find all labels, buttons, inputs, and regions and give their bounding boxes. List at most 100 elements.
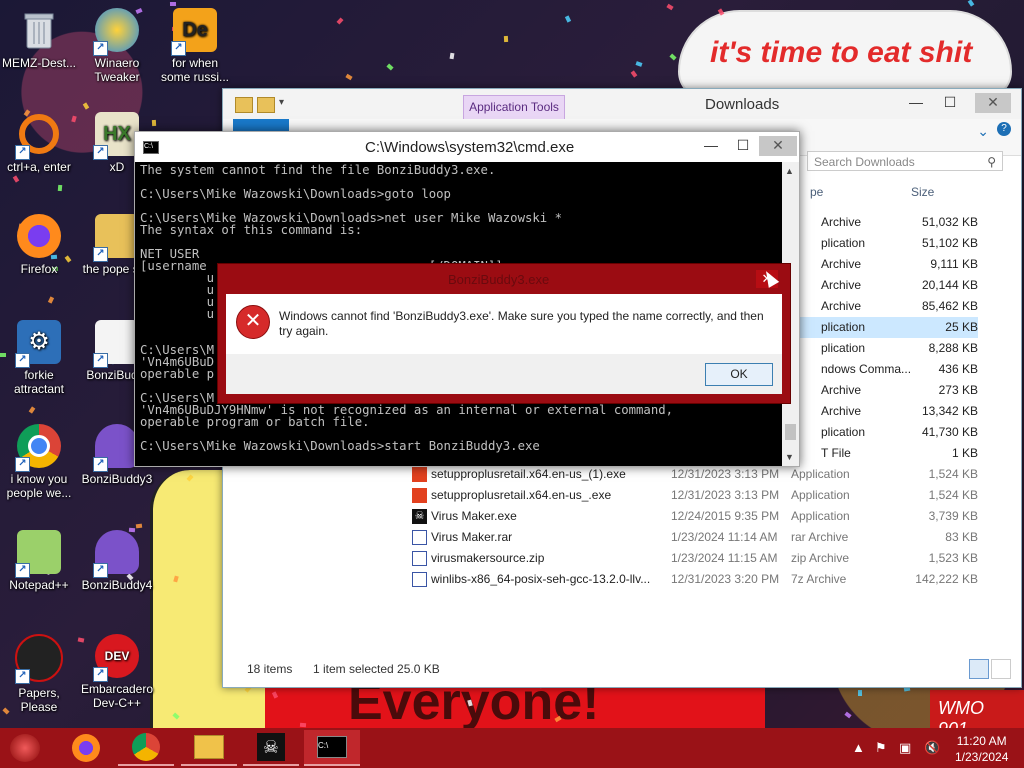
office-icon <box>412 467 427 482</box>
desktop-icon-devcpp[interactable]: DEV ↗ Embarcadero Dev-C++ <box>78 634 156 710</box>
desktop-icon-winaero[interactable]: ↗ Winaero Tweaker <box>78 8 156 84</box>
minimize-button[interactable]: — <box>697 136 725 156</box>
window-title: Downloads <box>705 96 780 113</box>
cmd-titlebar[interactable]: C:\ C:\Windows\system32\cmd.exe — ☐ ✕ <box>135 132 799 162</box>
volume-muted-icon[interactable]: 🔇 <box>924 740 940 756</box>
confetti-piece <box>82 102 90 110</box>
table-row[interactable]: virusmakersource.zip 1/23/2024 11:15 AM … <box>408 548 978 569</box>
show-hidden-icons-icon[interactable]: ▲ <box>852 740 865 755</box>
column-header-type[interactable]: pe <box>810 185 823 199</box>
desktop-icon-papers-please[interactable]: ↗ Papers, Please <box>0 634 78 714</box>
confetti-piece <box>669 53 677 61</box>
desktop-icon-notepadpp[interactable]: ↗ Notepad++ <box>0 530 78 592</box>
confetti-piece <box>564 15 572 23</box>
confetti-piece <box>858 690 862 696</box>
shortcut-arrow-icon: ↗ <box>93 145 108 160</box>
devcpp-icon: DEV ↗ <box>93 634 139 682</box>
maximize-button[interactable]: ☐ <box>729 136 757 156</box>
qat-dropdown-icon[interactable]: ▾ <box>279 97 284 113</box>
office-icon <box>412 488 427 503</box>
desktop-icon-label: BonziBuddy4 <box>81 578 153 592</box>
taskbar-file-explorer[interactable] <box>181 730 237 766</box>
new-folder-icon[interactable] <box>257 97 275 113</box>
desktop-icon-label: Papers, Please <box>18 686 60 714</box>
chevron-down-icon[interactable]: ⌄ <box>977 123 989 140</box>
confetti-piece <box>135 523 143 529</box>
desktop-icon-memz[interactable]: MEMZ-Dest... <box>0 8 78 70</box>
scroll-up-icon[interactable]: ▲ <box>785 166 794 176</box>
search-input[interactable]: Search Downloads ⚲ <box>807 151 1003 171</box>
chrome-icon <box>132 733 160 761</box>
desktop-icon-chrome[interactable]: ↗ i know you people we... <box>0 424 78 500</box>
desktop-icon-label: Embarcadero Dev-C++ <box>80 682 154 710</box>
taskbar-firefox[interactable] <box>58 730 114 766</box>
bonzi-icon: ↗ <box>93 320 139 368</box>
application-tools-tab[interactable]: Application Tools <box>463 95 565 121</box>
desktop-icon-ctrl-a[interactable]: ↗ ctrl+a, enter <box>0 112 78 174</box>
archive-icon <box>412 530 427 545</box>
large-icons-view-icon[interactable] <box>991 659 1011 679</box>
action-center-flag-icon[interactable]: ⚑ <box>875 740 887 756</box>
archive-icon <box>412 572 427 587</box>
bonzi-purple-icon: ↗ <box>93 424 139 472</box>
close-button[interactable]: ✕ <box>975 93 1011 113</box>
help-icon[interactable]: ? <box>997 122 1011 136</box>
desktop-icon-label: for when some russi... <box>160 56 229 84</box>
table-row[interactable]: setupproplusretail.x64.en-us_.exe 12/31/… <box>408 485 978 506</box>
taskbar-virus-maker[interactable]: ☠ <box>243 730 299 766</box>
search-placeholder: Search Downloads <box>814 155 915 169</box>
ok-button[interactable]: OK <box>705 363 773 386</box>
system-clock[interactable]: 11:20 AM 1/23/2024 <box>955 733 1008 765</box>
desktop-icon-label: Notepad++ <box>9 578 69 592</box>
details-view-icon[interactable] <box>969 659 989 679</box>
desktop-icon-de-app[interactable]: De ↗ for when some russi... <box>156 8 234 84</box>
wallpaper-speech-bubble: it's time to eat shit <box>678 10 1012 99</box>
desktop-icon-bonzibuddy4[interactable]: ↗ BonziBuddy4 <box>78 530 156 592</box>
wallpaper-sign: WMO 901 <box>930 690 1024 739</box>
chrome-icon: ↗ <box>15 424 61 472</box>
scroll-down-icon[interactable]: ▼ <box>785 452 794 462</box>
confetti-piece <box>386 63 394 71</box>
recycle-bin-icon <box>17 8 61 52</box>
shortcut-arrow-icon: ↗ <box>15 563 30 578</box>
cmd-icon: C:\ <box>143 141 159 154</box>
table-row[interactable]: setupproplusretail.x64.en-us_(1).exe 12/… <box>408 464 978 485</box>
confetti-piece <box>12 175 20 183</box>
properties-icon[interactable] <box>235 97 253 113</box>
scrollbar-thumb[interactable] <box>785 424 796 440</box>
table-row[interactable]: Virus Maker.rar 1/23/2024 11:14 AM rar A… <box>408 527 978 548</box>
table-row[interactable]: ☠ Virus Maker.exe 12/24/2015 9:35 PM App… <box>408 506 978 527</box>
dialog-message: Windows cannot find 'BonziBuddy3.exe'. M… <box>279 309 764 338</box>
table-row[interactable]: winlibs-x86_64-posix-seh-gcc-13.2.0-llv.… <box>408 569 978 590</box>
confetti-piece <box>299 722 307 728</box>
minimize-button[interactable]: — <box>901 93 931 113</box>
clock-date: 1/23/2024 <box>955 750 1009 764</box>
confetti-piece <box>345 73 353 81</box>
column-header-size[interactable]: Size <box>911 185 934 199</box>
dialog-footer: OK <box>226 354 782 394</box>
shortcut-arrow-icon: ↗ <box>93 457 108 472</box>
shortcut-arrow-icon: ↗ <box>93 353 108 368</box>
network-icon[interactable]: ▣ <box>899 740 911 756</box>
desktop-icon-firefox[interactable]: Firefox <box>0 214 78 276</box>
console-line: The system cannot find the file BonziBud… <box>140 164 496 177</box>
confetti-piece <box>635 61 643 67</box>
start-button[interactable] <box>10 734 40 762</box>
taskbar-cmd[interactable]: C:\ <box>304 730 360 766</box>
maximize-button[interactable]: ☐ <box>935 93 965 113</box>
dialog-title: BonziBuddy3.exe <box>448 272 550 287</box>
cmd-icon: C:\ <box>317 736 347 758</box>
taskbar-chrome[interactable] <box>118 730 174 766</box>
shortcut-arrow-icon: ↗ <box>93 667 108 682</box>
explorer-titlebar[interactable]: ▾ Application Tools Downloads — ☐ ✕ <box>223 89 1021 121</box>
firefox-icon <box>72 734 100 762</box>
wallpaper-bubble-text: it's time to eat shit <box>710 36 973 69</box>
error-dialog[interactable]: BonziBuddy3.exe ✕ ✕ Windows cannot find … <box>217 263 791 404</box>
desktop-icon-label: MEMZ-Dest... <box>2 56 76 70</box>
shortcut-arrow-icon: ↗ <box>93 247 108 262</box>
close-button[interactable]: ✕ <box>759 136 797 156</box>
bonzi-purple-icon: ↗ <box>93 530 139 578</box>
desktop-icon-forkie[interactable]: ⚙ ↗ forkie attractant <box>0 320 78 396</box>
confetti-piece <box>336 17 344 25</box>
